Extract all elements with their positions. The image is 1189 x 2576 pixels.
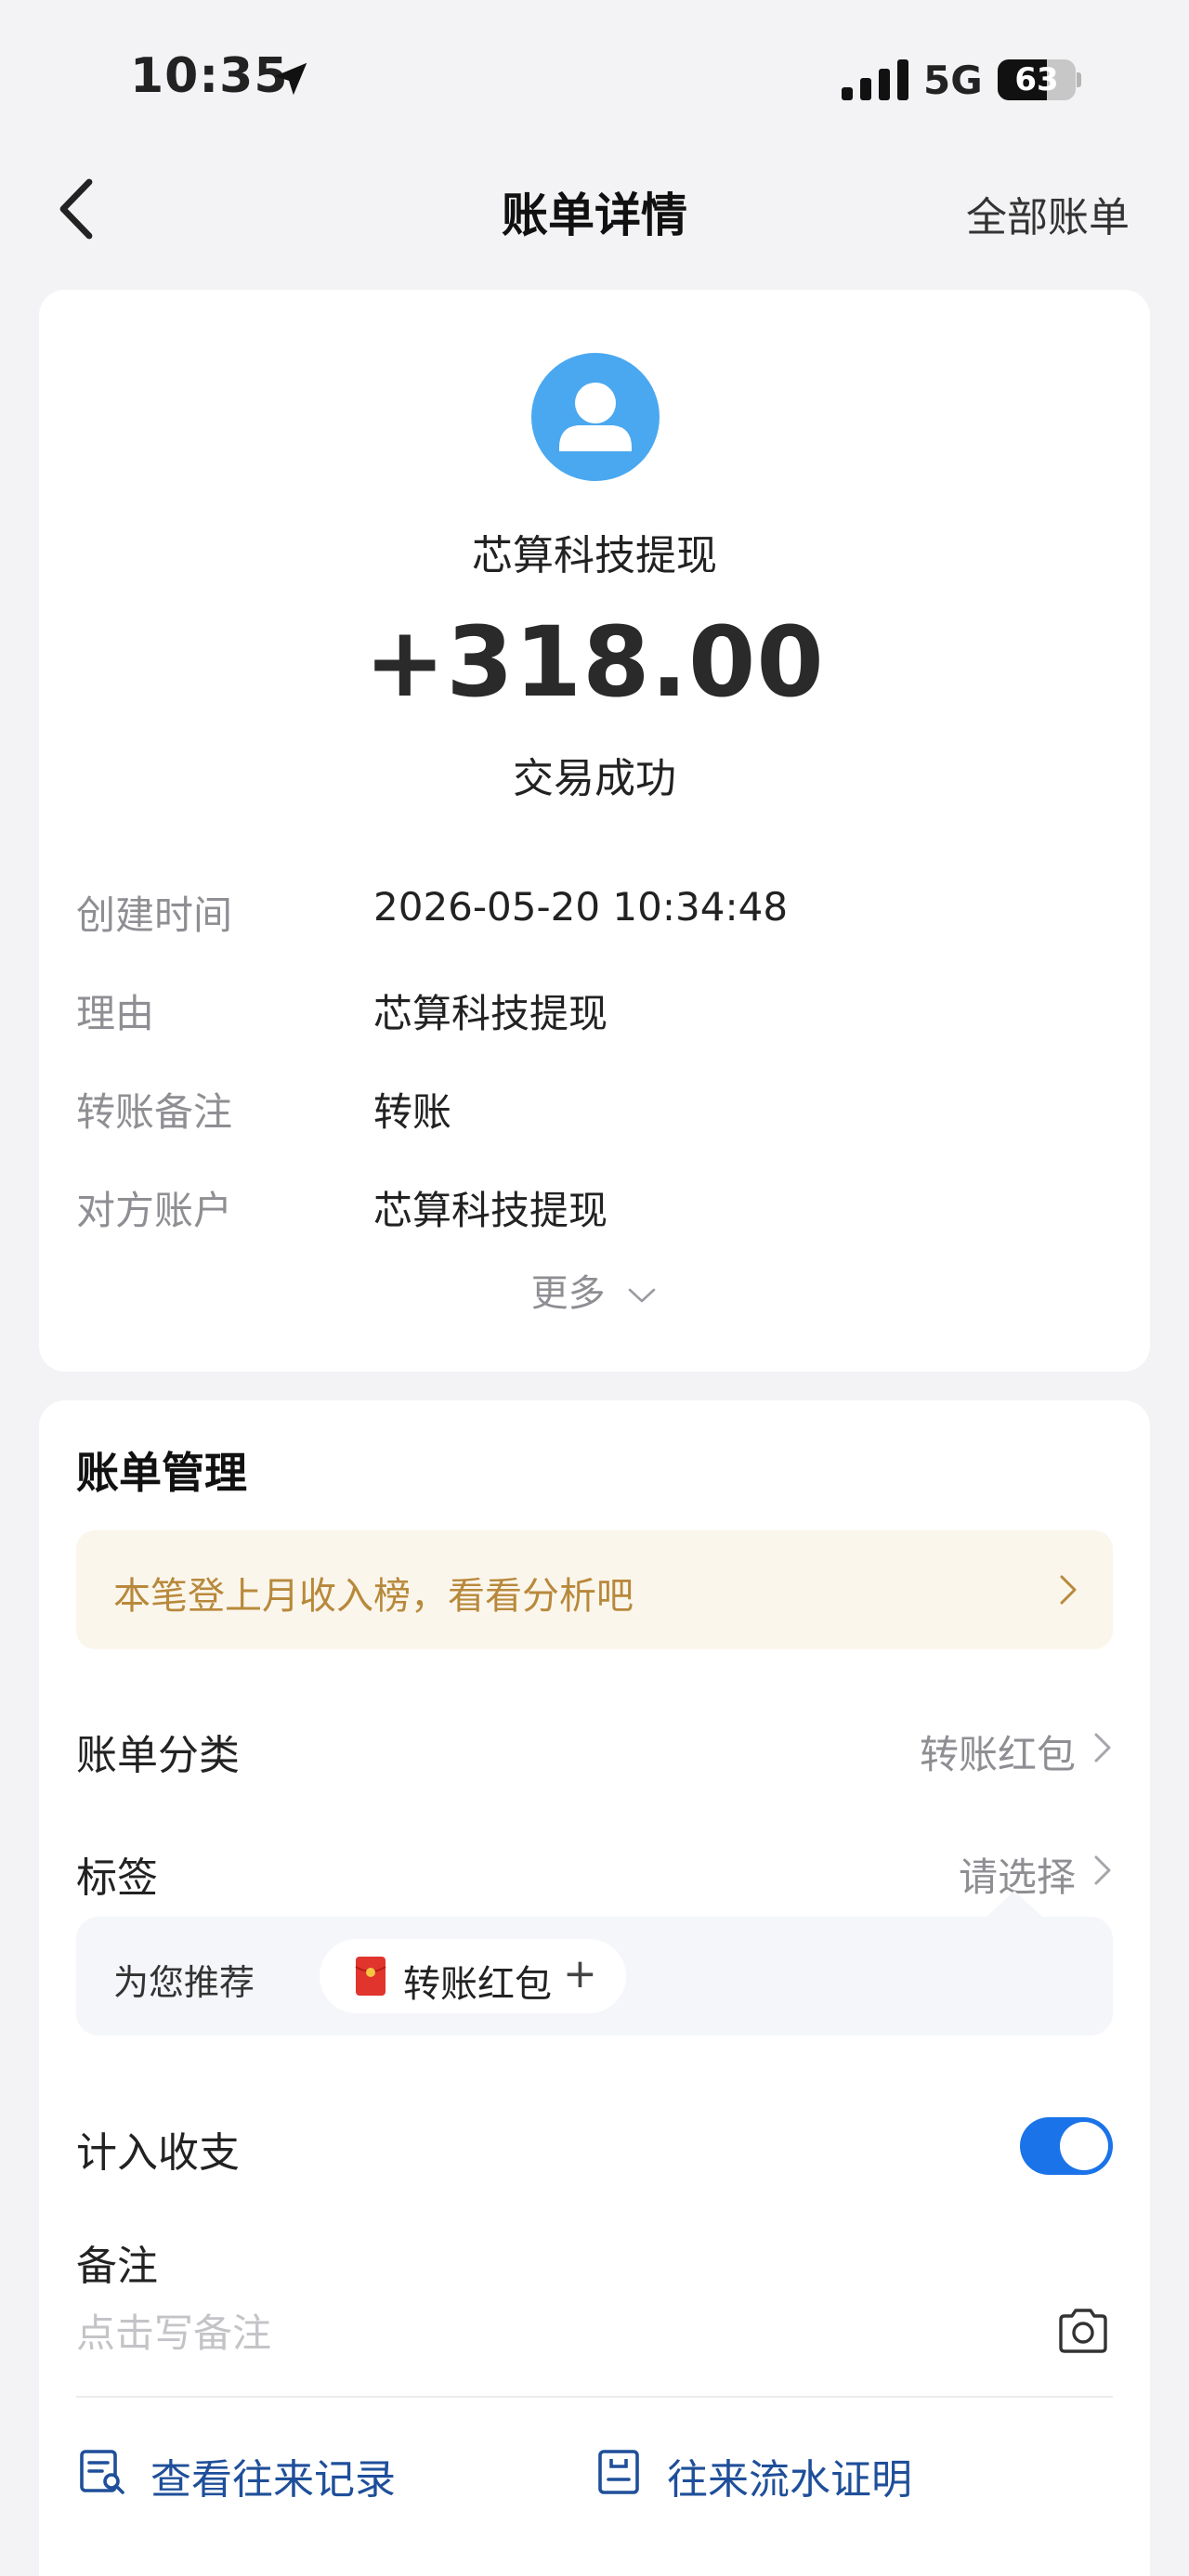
detail-row-counterparty: 对方账户 芯算科技提现	[76, 1179, 1117, 1235]
toggle-knob	[1060, 2122, 1108, 2170]
detail-value: 芯算科技提现	[373, 1188, 608, 1233]
more-label: 更多	[530, 1272, 606, 1315]
row-label: 账单分类	[76, 1732, 240, 1779]
divider	[76, 2396, 1113, 2398]
bill-management-card: 账单管理 本笔登上月收入榜，看看分析吧 账单分类 转账红包 标签 请选择 为您推…	[39, 1400, 1150, 2576]
note-label: 备注	[76, 2243, 158, 2290]
transaction-summary-card: 芯算科技提现 +318.00 交易成功 创建时间 2026-05-20 10:3…	[39, 290, 1150, 1372]
count-in-label: 计入收支	[76, 2129, 240, 2177]
chevron-right-icon	[1094, 1855, 1111, 1885]
nav-header: 账单详情 全部账单	[0, 158, 1189, 260]
detail-label: 创建时间	[76, 892, 233, 938]
income-ranking-banner[interactable]: 本笔登上月收入榜，看看分析吧	[76, 1530, 1113, 1649]
chevron-right-icon	[1060, 1575, 1077, 1605]
detail-value: 芯算科技提现	[373, 991, 608, 1036]
count-in-toggle[interactable]	[1020, 2117, 1113, 2175]
battery-icon: 63	[998, 59, 1081, 100]
chevron-left-icon	[59, 178, 93, 240]
detail-row-created-time: 创建时间 2026-05-20 10:34:48	[76, 884, 1117, 940]
camera-icon[interactable]	[1053, 2301, 1113, 2361]
back-button[interactable]	[41, 167, 115, 251]
red-envelope-icon	[355, 1957, 386, 1996]
transaction-amount: +318.00	[364, 605, 825, 719]
link-label: 查看往来记录	[150, 2456, 396, 2504]
row-label: 标签	[76, 1854, 158, 1902]
section-title: 账单管理	[76, 1448, 247, 1498]
certificate-icon	[598, 2450, 639, 2494]
tooltip-pointer	[985, 1891, 1044, 1919]
banner-text: 本笔登上月收入榜，看看分析吧	[113, 1575, 634, 1618]
chevron-right-icon	[1094, 1733, 1111, 1763]
user-icon	[559, 383, 632, 451]
chip-label: 转账红包	[403, 1963, 552, 2006]
network-type: 5G	[923, 58, 983, 103]
avatar	[531, 353, 660, 481]
payee-name: 芯算科技提现	[472, 532, 717, 579]
all-bills-link[interactable]: 全部账单	[966, 184, 1130, 243]
location-arrow-icon	[274, 62, 307, 96]
recommended-tag-chip[interactable]: 转账红包 +	[320, 1939, 626, 2013]
detail-label: 理由	[76, 991, 155, 1036]
add-tag-icon: +	[563, 1950, 597, 1997]
battery-percent: 63	[1014, 61, 1059, 98]
detail-label: 转账备注	[76, 1089, 233, 1135]
detail-label: 对方账户	[76, 1188, 233, 1233]
detail-value: 转账	[373, 1089, 452, 1135]
bill-category-value: 转账红包	[919, 1732, 1076, 1777]
records-search-icon	[80, 2450, 124, 2494]
status-time: 10:35	[130, 48, 289, 104]
more-details-button[interactable]: 更多	[39, 1263, 1150, 1317]
note-input[interactable]	[76, 2310, 1005, 2356]
bill-detail-page: 10:35 5G 63 账单详情 全部账单 芯算科技提现 +318.00 交易成…	[0, 0, 1189, 2576]
view-history-link[interactable]: 查看往来记录	[76, 2440, 466, 2505]
cellular-signal-icon	[842, 59, 908, 100]
cropped-link-row[interactable]	[76, 2552, 819, 2576]
transaction-certificate-link[interactable]: 往来流水证明	[593, 2440, 1057, 2505]
transaction-status: 交易成功	[513, 755, 676, 802]
detail-row-remark: 转账备注 转账	[76, 1081, 1117, 1137]
tag-recommendation-box: 为您推荐 转账红包 +	[76, 1917, 1113, 2036]
chevron-down-icon	[629, 1288, 656, 1303]
status-bar: 10:35 5G 63	[0, 0, 1189, 149]
link-label: 往来流水证明	[667, 2456, 912, 2504]
detail-row-reason: 理由 芯算科技提现	[76, 982, 1117, 1038]
detail-value: 2026-05-20 10:34:48	[373, 884, 789, 930]
recommend-label: 为您推荐	[113, 1962, 255, 2003]
